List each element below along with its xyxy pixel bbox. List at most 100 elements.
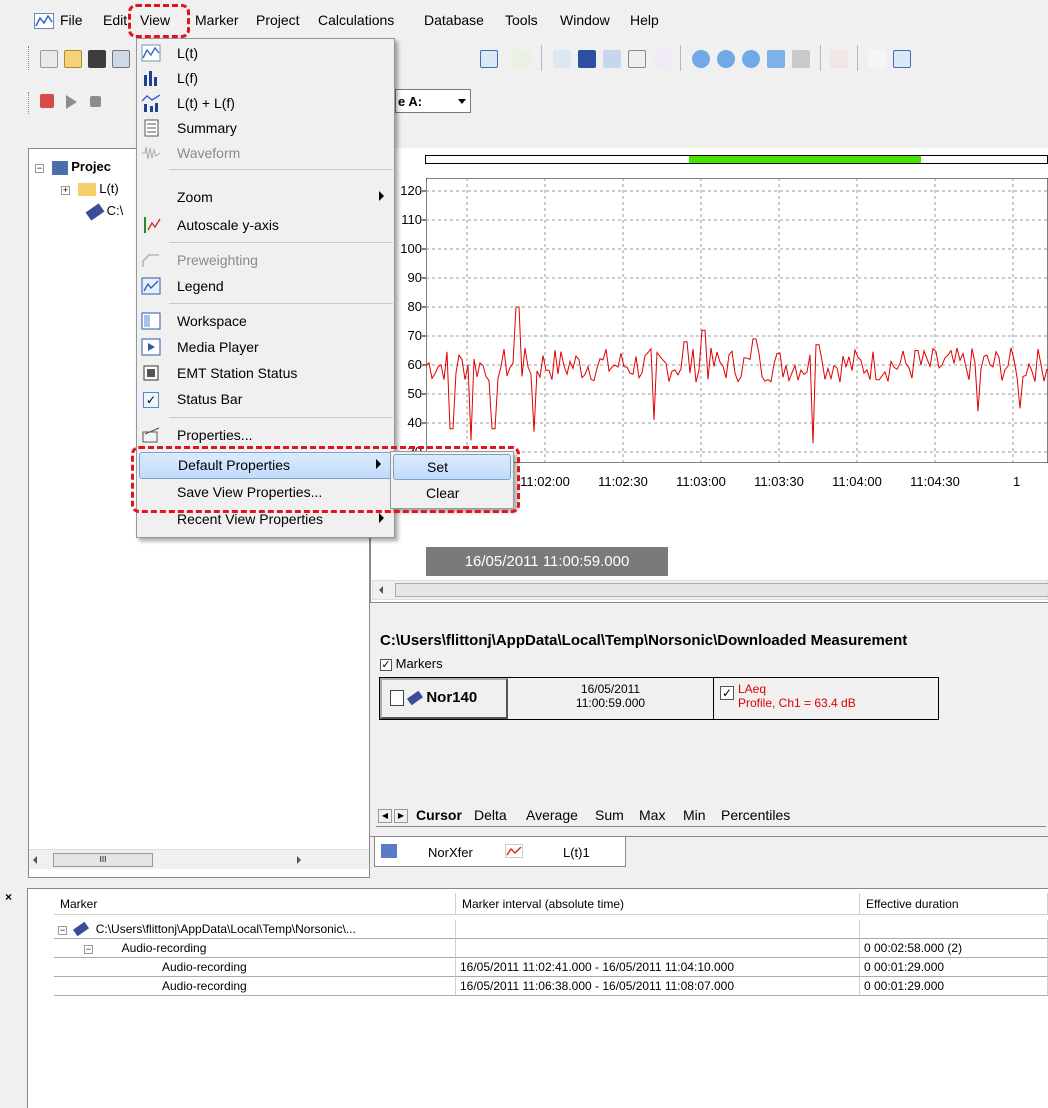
zoom-fit-icon[interactable]	[792, 50, 810, 68]
menu-item-preweighting[interactable]: Preweighting	[137, 248, 394, 273]
tree-item-lt[interactable]: + L(t)	[61, 181, 119, 197]
table-row[interactable]: − C:\Users\flittonj\AppData\Local\Temp\N…	[54, 920, 456, 939]
zoom-icon[interactable]	[692, 50, 710, 68]
menu-edit[interactable]: Edit	[103, 12, 127, 28]
legend-icon[interactable]	[893, 50, 911, 68]
lf-view-icon[interactable]	[578, 50, 596, 68]
check-icon[interactable]: ✓	[380, 659, 392, 671]
collapse-icon[interactable]: −	[84, 945, 93, 954]
summary-icon[interactable]	[628, 50, 646, 68]
zoom-region-icon[interactable]	[767, 50, 785, 68]
tab-delta[interactable]: Delta	[474, 807, 507, 823]
menu-help[interactable]: Help	[630, 12, 659, 28]
tab-norxfer[interactable]: NorXfer L(t)1	[374, 837, 626, 867]
zoom-out-icon[interactable]	[742, 50, 760, 68]
tab-max[interactable]: Max	[639, 807, 665, 823]
scroll-thumb[interactable]	[395, 583, 1048, 597]
tree-root-row[interactable]: − Projec	[35, 159, 111, 175]
scroll-left-icon[interactable]	[379, 586, 383, 594]
menu-item-summary[interactable]: Summary	[137, 116, 394, 141]
tab-cursor[interactable]: Cursor	[416, 807, 462, 823]
separator	[680, 45, 681, 71]
tree-item-file[interactable]: C:\	[85, 202, 123, 221]
table-row[interactable]: Audio-recording	[54, 977, 456, 996]
waveform-icon[interactable]	[653, 50, 671, 68]
menu-item-lt[interactable]: L(t)	[137, 41, 394, 66]
collapse-icon[interactable]: −	[58, 926, 67, 935]
markers-checkbox-row[interactable]: ✓ Markers	[380, 656, 443, 671]
menu-item-legend[interactable]: Legend	[137, 274, 394, 299]
menu-file[interactable]: File	[60, 12, 83, 28]
tab-percentiles[interactable]: Percentiles	[721, 807, 790, 823]
preweighting-icon[interactable]	[868, 50, 886, 68]
menu-item-properties[interactable]: Properties...	[137, 423, 394, 448]
marker-name: Audio-recording	[121, 941, 207, 955]
tab-next-icon[interactable]: ▶	[394, 809, 408, 823]
header-duration[interactable]: Effective duration	[860, 893, 1048, 915]
workspace-icon	[141, 312, 161, 331]
scroll-left-icon[interactable]	[33, 856, 37, 864]
y-tick-label: 60	[408, 357, 422, 372]
play-icon[interactable]	[66, 95, 77, 109]
menu-item-autoscale[interactable]: Autoscale y-axis	[137, 213, 394, 238]
open-folder-icon[interactable]	[64, 50, 82, 68]
menu-separator	[169, 303, 393, 304]
x-tick-label: 11:04:30	[910, 474, 960, 489]
header-marker[interactable]: Marker	[54, 893, 456, 915]
table-row[interactable]: Audio-recording	[54, 958, 456, 977]
tree-horizontal-scrollbar[interactable]: III	[29, 849, 369, 869]
menu-window[interactable]: Window	[560, 12, 610, 28]
new-icon[interactable]	[40, 50, 58, 68]
laeq-checkbox[interactable]: ✓	[720, 686, 734, 700]
x-tick-label: 1	[1013, 474, 1020, 489]
expand-icon[interactable]: +	[61, 186, 70, 195]
scroll-thumb[interactable]: III	[53, 853, 153, 867]
tab-min[interactable]: Min	[683, 807, 706, 823]
zoom-in-icon[interactable]	[717, 50, 735, 68]
submenu-arrow-icon	[379, 191, 384, 201]
toolbar-grip	[28, 92, 31, 114]
tab-average[interactable]: Average	[526, 807, 578, 823]
overview-range-selection[interactable]	[689, 156, 921, 163]
tab-sum[interactable]: Sum	[595, 807, 624, 823]
collapse-icon[interactable]: −	[35, 164, 44, 173]
print-icon[interactable]	[112, 50, 130, 68]
menu-item-media-player[interactable]: Media Player	[137, 335, 394, 360]
workspace-icon[interactable]	[480, 50, 498, 68]
marker-interval: 16/05/2011 11:02:41.000 - 16/05/2011 11:…	[456, 958, 860, 977]
menu-item-zoom[interactable]: Zoom	[137, 185, 394, 210]
header-interval[interactable]: Marker interval (absolute time)	[456, 893, 860, 915]
menu-calculations[interactable]: Calculations	[318, 12, 394, 28]
lt-view-icon[interactable]	[553, 50, 571, 68]
lf-chart-icon	[141, 69, 161, 88]
menu-item-lt-lf[interactable]: L(t) + L(f)	[137, 91, 394, 116]
autoscale-icon[interactable]	[830, 50, 848, 68]
menu-item-emt-status[interactable]: EMT Station Status	[137, 361, 394, 386]
menu-item-label: Workspace	[177, 313, 247, 329]
menu-tools[interactable]: Tools	[505, 12, 538, 28]
chart-horizontal-scrollbar[interactable]	[372, 580, 1048, 600]
save-icon[interactable]	[88, 50, 106, 68]
menu-item-workspace[interactable]: Workspace	[137, 309, 394, 334]
marker-duration	[860, 920, 1048, 939]
tab-prev-icon[interactable]: ◀	[378, 809, 392, 823]
menu-project[interactable]: Project	[256, 12, 300, 28]
close-icon[interactable]: ×	[5, 890, 12, 904]
record-icon[interactable]	[40, 94, 54, 108]
cursor-time: 11:00:59.000	[575, 696, 646, 710]
device-cell[interactable]: Nor140	[380, 678, 508, 719]
scroll-right-icon[interactable]	[297, 856, 301, 864]
menu-item-waveform[interactable]: Waveform	[137, 141, 394, 166]
overview-range-bar[interactable]	[425, 155, 1048, 164]
tree-icon[interactable]	[513, 50, 531, 68]
menu-item-lf[interactable]: L(f)	[137, 66, 394, 91]
properties-icon	[141, 426, 161, 445]
table-row[interactable]: − Audio-recording	[54, 939, 456, 958]
menu-database[interactable]: Database	[424, 12, 484, 28]
menu-item-status-bar[interactable]: ✓ Status Bar	[137, 387, 394, 412]
menu-marker[interactable]: Marker	[195, 12, 239, 28]
stop-icon[interactable]	[90, 96, 101, 107]
lt-chart[interactable]	[426, 178, 1048, 463]
check-icon: ✓	[143, 392, 159, 408]
lt-lf-view-icon[interactable]	[603, 50, 621, 68]
